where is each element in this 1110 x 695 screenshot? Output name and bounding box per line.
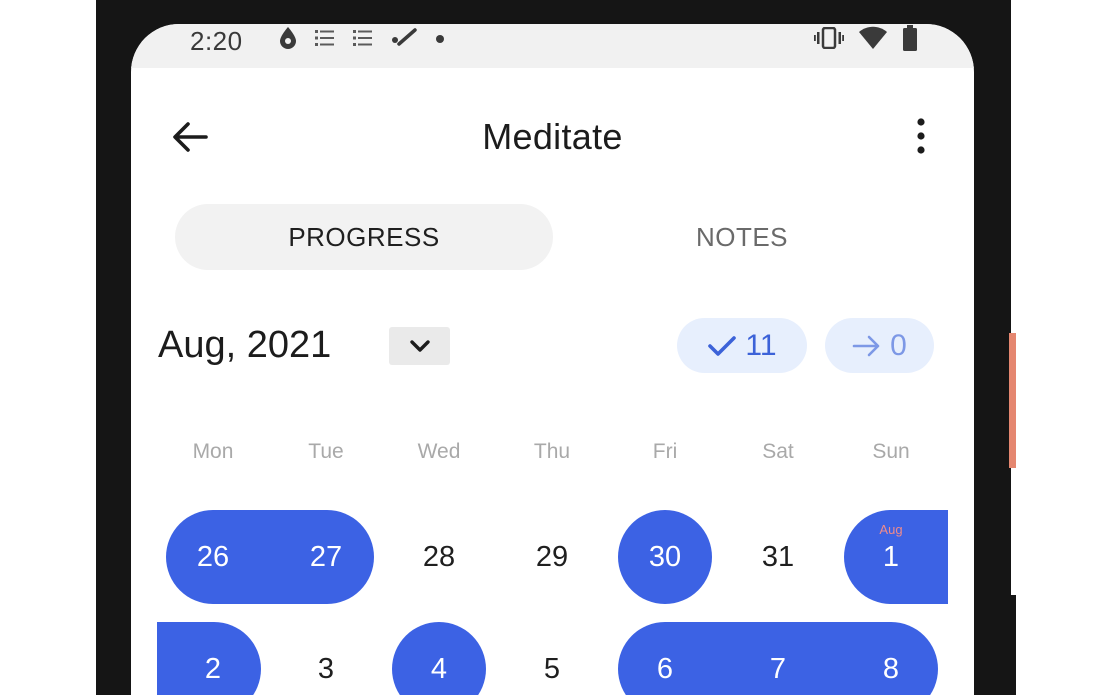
battery-icon (902, 24, 918, 56)
month-dropdown-button[interactable] (389, 327, 450, 365)
drop-icon (279, 26, 297, 55)
tab-progress[interactable]: PROGRESS (175, 204, 553, 270)
skipped-count: 0 (890, 328, 907, 362)
list-icon (353, 29, 373, 52)
calendar-day[interactable]: 26 (163, 510, 263, 604)
month-tag: Aug (879, 522, 903, 537)
calendar-day[interactable]: 4 (389, 622, 489, 695)
calendar-day[interactable]: Aug 1 (841, 510, 941, 604)
weekday-fri: Fri (652, 440, 678, 463)
tab-notes[interactable]: NOTES (553, 204, 931, 270)
vibrate-icon (814, 26, 844, 54)
weekday-mon: Mon (192, 440, 234, 463)
status-time: 2:20 (190, 26, 243, 56)
calendar-day[interactable]: 5 (502, 622, 602, 695)
list-icon (315, 29, 335, 52)
wifi-icon (858, 26, 888, 55)
page-title: Meditate (482, 116, 623, 157)
screenshot: 2:20 Meditate PROGRESS NOTES Aug, 2021 1… (0, 0, 1110, 695)
weekday-sun: Sun (872, 440, 910, 463)
done-count: 11 (745, 328, 777, 362)
weekday-thu: Thu (533, 440, 571, 463)
calendar-day[interactable]: 28 (389, 510, 489, 604)
calendar-day[interactable]: 27 (276, 510, 376, 604)
calendar-day[interactable]: 29 (502, 510, 602, 604)
check-icon (708, 335, 737, 356)
status-bar: 2:20 (131, 24, 974, 68)
day-number: 1 (882, 540, 900, 573)
arrow-right-icon (852, 335, 880, 356)
calendar-day[interactable]: 6 (615, 622, 715, 695)
pen-check-icon (391, 27, 417, 53)
dot-icon (435, 31, 445, 49)
calendar-day[interactable]: 2 (163, 622, 263, 695)
calendar-day[interactable]: 3 (276, 622, 376, 695)
weekday-tue: Tue (308, 440, 344, 463)
skipped-count-badge[interactable]: 0 (825, 318, 934, 373)
calendar-day[interactable]: 31 (728, 510, 828, 604)
system-icons (814, 24, 918, 56)
phone-screen: 2:20 Meditate PROGRESS NOTES Aug, 2021 1… (131, 24, 974, 695)
calendar-day[interactable]: 7 (728, 622, 828, 695)
phone-side-strip (1009, 595, 1016, 695)
calendar-day[interactable]: 8 (841, 622, 941, 695)
chevron-down-icon (409, 340, 430, 352)
more-vertical-icon (917, 118, 925, 154)
weekday-wed: Wed (417, 440, 461, 463)
calendar-day[interactable]: 30 (615, 510, 715, 604)
weekday-sat: Sat (762, 440, 794, 463)
more-options-button[interactable] (901, 112, 941, 160)
phone-side-button (1009, 333, 1016, 468)
notification-icons (279, 26, 445, 54)
month-label: Aug, 2021 (158, 324, 332, 366)
done-count-badge[interactable]: 11 (677, 318, 807, 373)
